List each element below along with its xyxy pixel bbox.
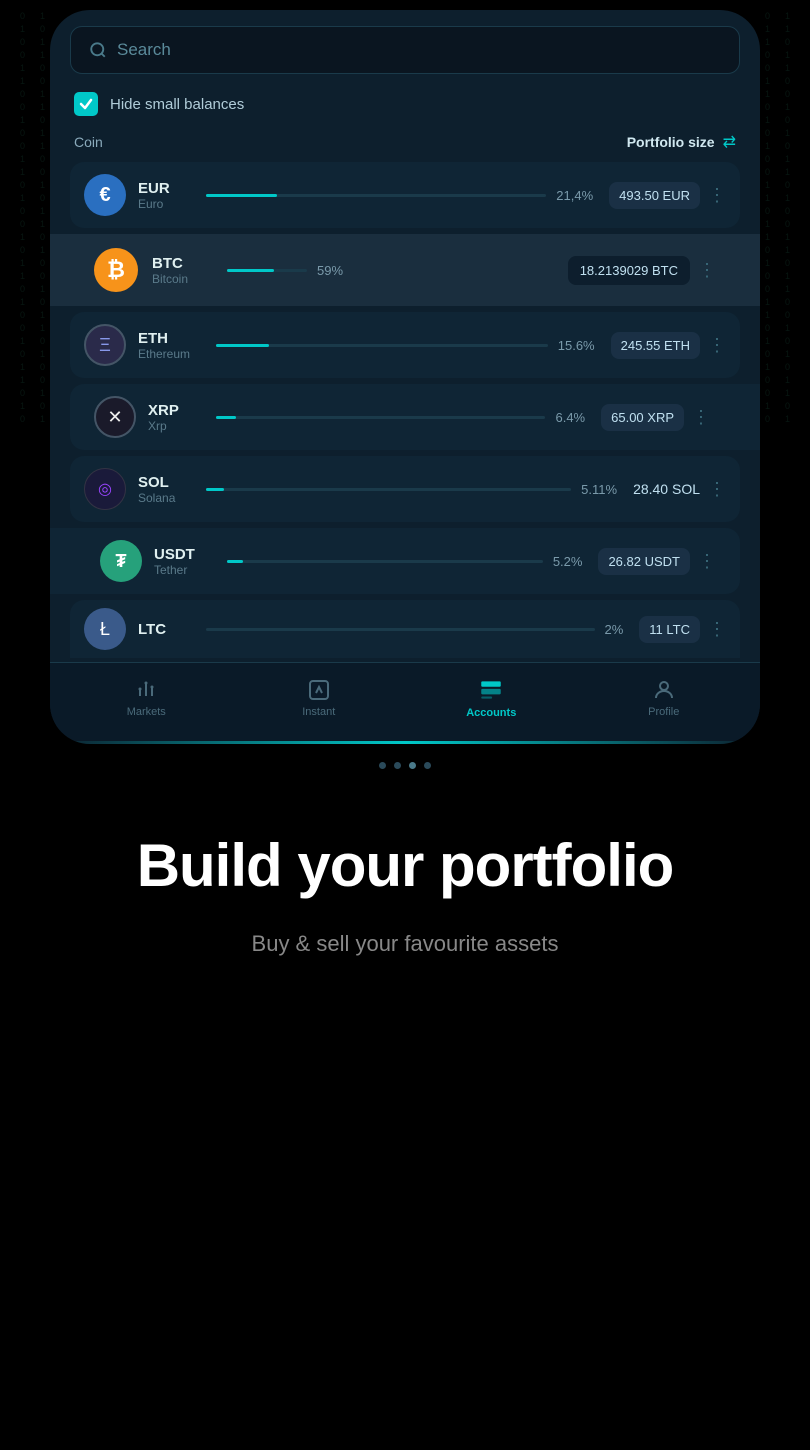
usdt-logo: ₮ [100, 540, 142, 582]
nav-markets[interactable]: Markets [111, 678, 181, 718]
checkmark-icon [79, 97, 93, 111]
instant-icon [307, 678, 331, 702]
btc-logo: ₿ [94, 248, 138, 292]
nav-accounts-label: Accounts [466, 707, 516, 719]
sol-amount: 28.40 SOL [633, 481, 700, 497]
xrp-symbol: XRP [148, 402, 198, 419]
eur-pct: 21,4% [556, 188, 593, 203]
dot-3 [409, 762, 416, 769]
usdt-menu-btn[interactable]: ⋮ [698, 551, 716, 572]
sol-pct: 5.11% [581, 482, 617, 497]
eur-name: Euro [138, 197, 188, 211]
ltc-symbol: LTC [138, 621, 188, 638]
marketing-section: Build your portfolio Buy & sell your fav… [0, 783, 810, 1040]
usdt-symbol: USDT [154, 546, 209, 563]
nav-profile[interactable]: Profile [629, 678, 699, 718]
eth-amount: 245.55 ETH [611, 332, 700, 359]
usdt-amount: 26.82 USDT [598, 548, 690, 575]
ltc-pct: 2% [605, 622, 624, 637]
nav-profile-label: Profile [648, 706, 679, 718]
sol-symbol: SOL [138, 474, 188, 491]
eth-symbol: ETH [138, 330, 198, 347]
eur-logo: € [84, 174, 126, 216]
sol-name: Solana [138, 491, 188, 505]
nav-instant-label: Instant [302, 706, 335, 718]
eth-pct: 15.6% [558, 338, 595, 353]
dot-2 [394, 762, 401, 769]
marketing-subheadline: Buy & sell your favourite assets [60, 927, 750, 960]
dots-indicator [0, 744, 810, 783]
column-headers: Coin Portfolio size ⇄ [70, 132, 740, 152]
hide-balances-label: Hide small balances [110, 96, 244, 113]
nav-markets-label: Markets [127, 706, 166, 718]
eth-name: Ethereum [138, 347, 198, 361]
ltc-menu-btn[interactable]: ⋮ [708, 619, 726, 640]
ltc-logo: Ł [84, 608, 126, 650]
xrp-logo: ✕ [94, 396, 136, 438]
nav-instant[interactable]: Instant [284, 678, 354, 718]
coin-row-btc: ₿ BTC Bitcoin 59% 18.2139029 BTC ⋮ [50, 234, 760, 306]
coin-row-ltc: Ł LTC 2% 11 LTC ⋮ [70, 600, 740, 658]
btc-name: Bitcoin [152, 272, 207, 286]
btc-pct: 59% [317, 263, 343, 278]
eur-symbol: EUR [138, 180, 188, 197]
swap-icon[interactable]: ⇄ [723, 132, 736, 152]
coin-row-xrp: ✕ XRP Xrp 6.4% 65.00 XRP ⋮ [70, 384, 760, 450]
coin-row-usdt: ₮ USDT Tether 5.2% 26.82 USDT ⋮ [50, 528, 740, 594]
xrp-name: Xrp [148, 419, 198, 433]
xrp-amount: 65.00 XRP [601, 404, 684, 431]
eth-logo: Ξ [84, 324, 126, 366]
btc-amount: 18.2139029 BTC [568, 256, 690, 285]
coin-row-eth: Ξ ETH Ethereum 15.6% 245.55 ETH ⋮ [70, 312, 740, 378]
btc-symbol: BTC [152, 255, 207, 272]
ltc-amount: 11 LTC [639, 616, 700, 643]
accounts-icon [478, 677, 504, 703]
nav-accounts[interactable]: Accounts [456, 677, 526, 719]
sol-logo: ◎ [84, 468, 126, 510]
dot-4 [424, 762, 431, 769]
eur-amount: 493.50 EUR [609, 182, 700, 209]
col-portfolio-label: Portfolio size [627, 134, 715, 150]
coin-row-sol: ◎ SOL Solana 5.11% 28.40 SOL ⋮ [70, 456, 740, 522]
usdt-pct: 5.2% [553, 554, 583, 569]
btc-menu-btn[interactable]: ⋮ [698, 260, 716, 281]
eur-menu-btn[interactable]: ⋮ [708, 185, 726, 206]
usdt-name: Tether [154, 563, 209, 577]
col-coin-label: Coin [74, 134, 103, 150]
marketing-headline: Build your portfolio [60, 833, 750, 899]
sol-menu-btn[interactable]: ⋮ [708, 479, 726, 500]
search-icon [89, 41, 107, 59]
hide-balances-row: Hide small balances [70, 92, 740, 116]
eth-menu-btn[interactable]: ⋮ [708, 335, 726, 356]
search-bar[interactable]: Search [70, 26, 740, 74]
profile-icon [652, 678, 676, 702]
hide-balances-checkbox[interactable] [74, 92, 98, 116]
xrp-menu-btn[interactable]: ⋮ [692, 407, 710, 428]
markets-icon [134, 678, 158, 702]
coin-row-eur: € EUR Euro 21,4% 493.50 EUR ⋮ [70, 162, 740, 228]
xrp-pct: 6.4% [555, 410, 585, 425]
search-placeholder: Search [117, 40, 171, 60]
bottom-nav: Markets Instant Accounts [50, 662, 760, 741]
dot-1 [379, 762, 386, 769]
